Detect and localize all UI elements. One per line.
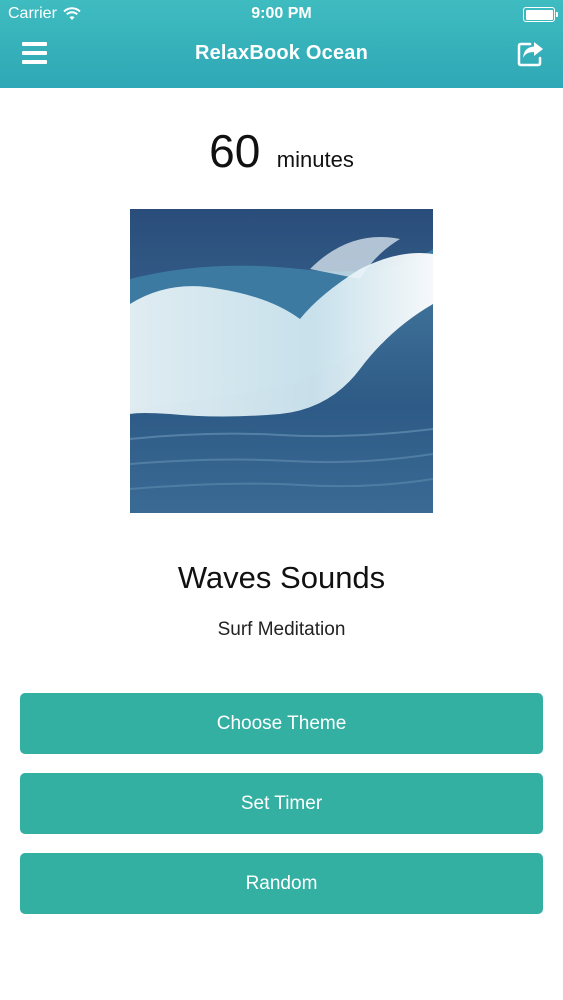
choose-theme-button[interactable]: Choose Theme [20, 693, 543, 754]
track-title: Waves Sounds [177, 560, 386, 595]
status-time: 9:00 PM [251, 5, 312, 22]
share-button[interactable] [516, 38, 546, 68]
share-icon [517, 42, 543, 67]
timer-unit: minutes [276, 147, 354, 172]
battery-icon [523, 7, 558, 22]
ocean-wave-artwork [130, 209, 433, 513]
timer-value: 60 [209, 125, 261, 177]
random-button[interactable]: Random [20, 853, 543, 914]
status-bar: Carrier 9:00 PM [0, 0, 563, 30]
track-subtitle: Surf Meditation [217, 619, 346, 640]
navigation-bar: Carrier 9:00 PM RelaxBook Ocean [0, 0, 563, 88]
page-title: RelaxBook Ocean [194, 42, 369, 64]
wave-illustration [130, 209, 433, 513]
timer-display: 60 minutes [0, 124, 563, 178]
set-timer-button[interactable]: Set Timer [20, 773, 543, 834]
